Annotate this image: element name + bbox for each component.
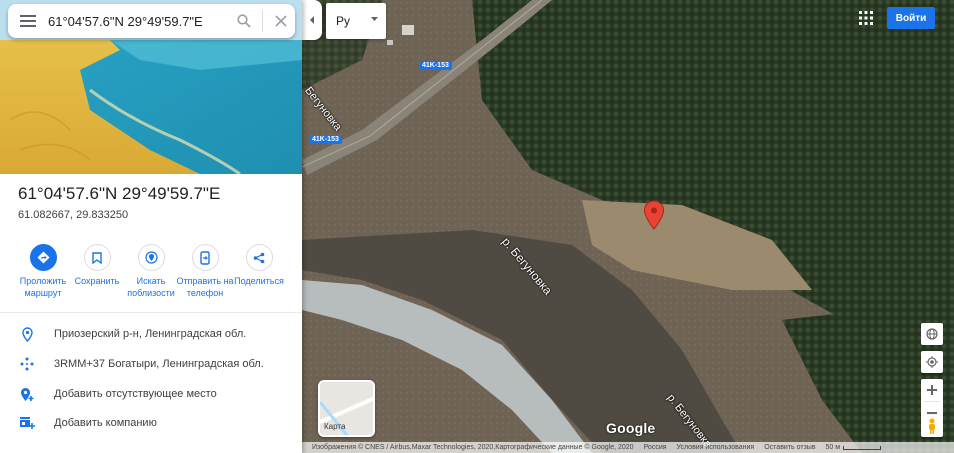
country-link[interactable]: Россия	[644, 444, 667, 451]
map-footer: Изображения © CNES / Airbus,Maxar Techno…	[302, 442, 954, 453]
location-pin-icon	[0, 326, 54, 342]
add-place-icon	[0, 387, 54, 402]
add-business-text: Добавить компанию	[54, 417, 157, 429]
place-title: 61°04'57.6"N 29°49'59.7"E	[18, 184, 221, 203]
globe-icon	[926, 328, 938, 340]
action-bar: Проложить маршрут Сохранить Искать побли…	[0, 244, 302, 300]
search-box[interactable]: 61°04'57.6"N 29°49'59.7"E	[8, 4, 295, 38]
globe-view-button[interactable]	[921, 323, 943, 345]
satellite-map[interactable]: Ру Войти 41K-153 41K-153 Бегуновка р. Бе…	[302, 0, 954, 453]
send-to-phone-button[interactable]: Отправить на телефон	[174, 244, 236, 299]
directions-label: Проложить маршрут	[19, 276, 67, 298]
save-button[interactable]: Сохранить	[66, 244, 128, 287]
map-pin-marker[interactable]	[643, 200, 665, 230]
caret-down-icon	[371, 17, 378, 21]
collapse-sidebar-button[interactable]	[302, 0, 322, 40]
satellite-imagery	[302, 0, 954, 453]
info-row-add-business[interactable]: Добавить компанию	[0, 409, 302, 437]
scale-label: 50 м	[825, 444, 841, 451]
road-shield-label: 41K-153	[419, 61, 452, 70]
info-row-plus-code[interactable]: 3RMM+37 Богатыри, Ленинградская обл.	[0, 350, 302, 378]
search-icon[interactable]	[230, 4, 258, 38]
plus-icon	[927, 385, 937, 395]
add-business-icon	[0, 416, 54, 430]
imagery-attribution: Изображения © CNES / Airbus,Maxar Techno…	[312, 444, 634, 451]
layer-label: Карта	[324, 422, 346, 431]
add-place-text: Добавить отсутствующее место	[54, 388, 217, 400]
search-divider	[262, 10, 263, 32]
pegman-icon	[929, 418, 935, 434]
nearby-icon	[137, 244, 165, 271]
map-controls	[921, 323, 945, 424]
close-icon[interactable]	[267, 4, 295, 38]
bookmark-icon	[83, 244, 111, 271]
language-value: Ру	[336, 14, 351, 28]
section-divider	[0, 312, 302, 313]
nearby-label: Искать поблизости	[127, 276, 175, 298]
menu-icon[interactable]	[8, 4, 48, 38]
nearby-button[interactable]: Искать поблизости	[120, 244, 182, 299]
apps-grid-icon[interactable]	[858, 10, 874, 26]
save-label: Сохранить	[74, 276, 120, 286]
share-label: Поделиться	[234, 276, 284, 286]
layer-switcher[interactable]: Карта	[318, 380, 375, 437]
scale-bar-graphic	[843, 445, 882, 450]
send-to-phone-label: Отправить на телефон	[176, 276, 234, 298]
sidebar-panel: 61°04'57.6"N 29°49'59.7"E 61°04'57.6"N 2…	[0, 0, 302, 453]
info-row-address[interactable]: Приозерский р-н, Ленинградская обл.	[0, 320, 302, 348]
sign-in-button[interactable]: Войти	[887, 7, 935, 29]
address-text: Приозерский р-н, Ленинградская обл.	[54, 328, 247, 340]
road-shield-label: 41K-153	[309, 135, 342, 144]
send-to-phone-icon	[191, 244, 219, 271]
google-logo: Google	[606, 420, 656, 436]
feedback-link[interactable]: Оставить отзыв	[764, 444, 815, 451]
my-location-icon	[926, 356, 938, 368]
plus-code-icon	[0, 357, 54, 371]
info-row-add-place[interactable]: Добавить отсутствующее место	[0, 380, 302, 408]
my-location-button[interactable]	[921, 351, 943, 373]
terms-link[interactable]: Условия использования	[677, 444, 755, 451]
street-view-pegman[interactable]	[921, 415, 943, 437]
search-input[interactable]: 61°04'57.6"N 29°49'59.7"E	[48, 14, 230, 29]
share-button[interactable]: Поделиться	[228, 244, 290, 287]
zoom-in-button[interactable]	[921, 379, 943, 401]
scale-bar[interactable]: 50 м	[826, 444, 892, 451]
directions-icon	[29, 244, 57, 271]
place-coordinates: 61.082667, 29.833250	[18, 209, 129, 221]
chevron-left-icon	[310, 16, 314, 24]
language-select[interactable]: Ру	[326, 3, 386, 39]
directions-button[interactable]: Проложить маршрут	[12, 244, 74, 299]
plus-code-text: 3RMM+37 Богатыри, Ленинградская обл.	[54, 358, 264, 370]
share-icon	[245, 244, 273, 271]
